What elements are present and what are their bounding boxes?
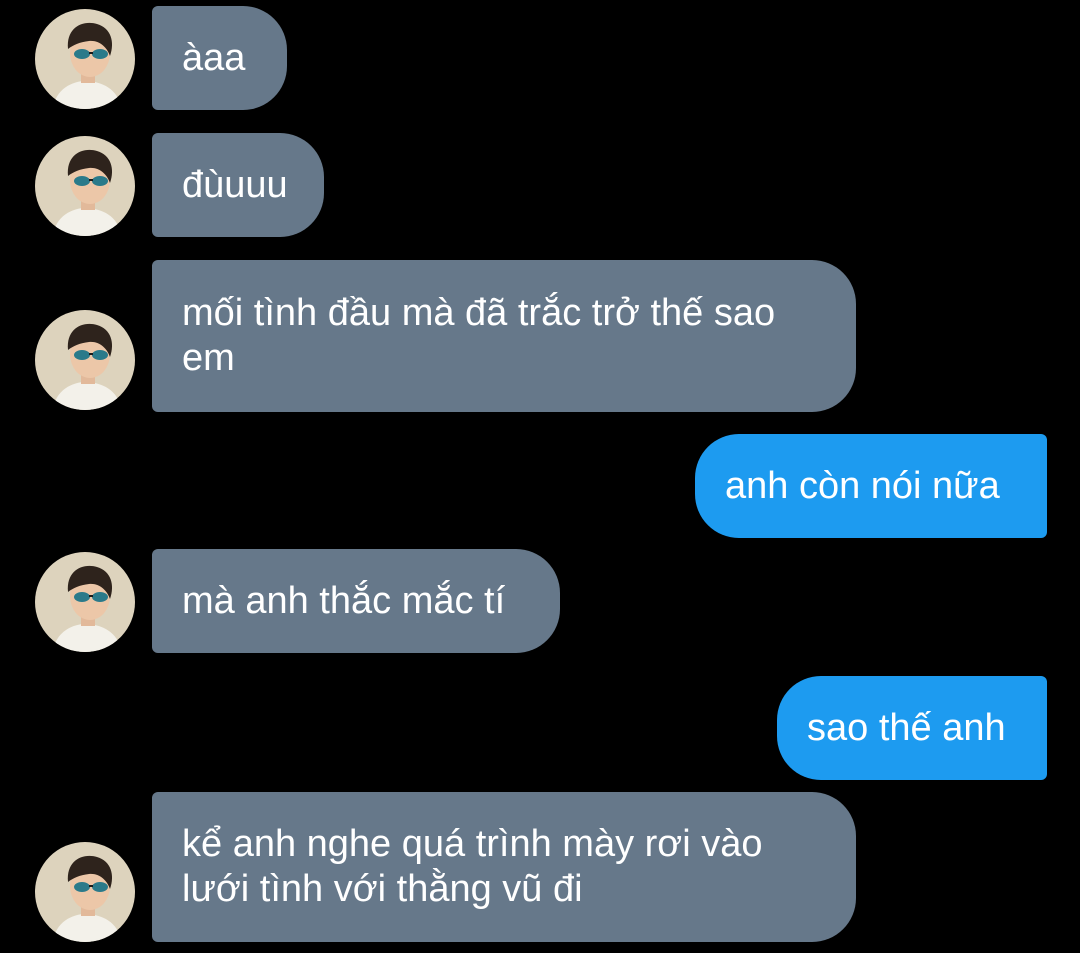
avatar[interactable] [35,310,135,410]
chat-thread: àaa đùuuu mối tình đầu mà đã trắc trở th… [0,0,1080,953]
profile-photo-icon [35,552,135,652]
profile-photo-icon [35,9,135,109]
profile-photo-icon [35,842,135,942]
message-bubble-incoming[interactable]: àaa [152,6,287,110]
message-bubble-outgoing[interactable]: sao thế anh [777,676,1047,780]
message-text: kể anh nghe quá trình mày rơi vào lưới t… [182,823,763,910]
message-text: mà anh thắc mắc tí [182,579,506,622]
profile-photo-icon [35,310,135,410]
message-text: anh còn nói nữa [725,464,1000,507]
avatar[interactable] [35,552,135,652]
message-text: đùuuu [182,163,288,206]
profile-photo-icon [35,136,135,236]
message-text: àaa [182,36,246,79]
message-bubble-incoming[interactable]: kể anh nghe quá trình mày rơi vào lưới t… [152,792,856,942]
avatar[interactable] [35,9,135,109]
message-bubble-incoming[interactable]: đùuuu [152,133,324,237]
message-text: mối tình đầu mà đã trắc trở thế sao em [182,292,776,379]
message-text: sao thế anh [807,706,1006,749]
message-bubble-incoming[interactable]: mà anh thắc mắc tí [152,549,560,653]
avatar[interactable] [35,136,135,236]
message-bubble-incoming[interactable]: mối tình đầu mà đã trắc trở thế sao em [152,260,856,412]
avatar[interactable] [35,842,135,942]
message-bubble-outgoing[interactable]: anh còn nói nữa [695,434,1047,538]
